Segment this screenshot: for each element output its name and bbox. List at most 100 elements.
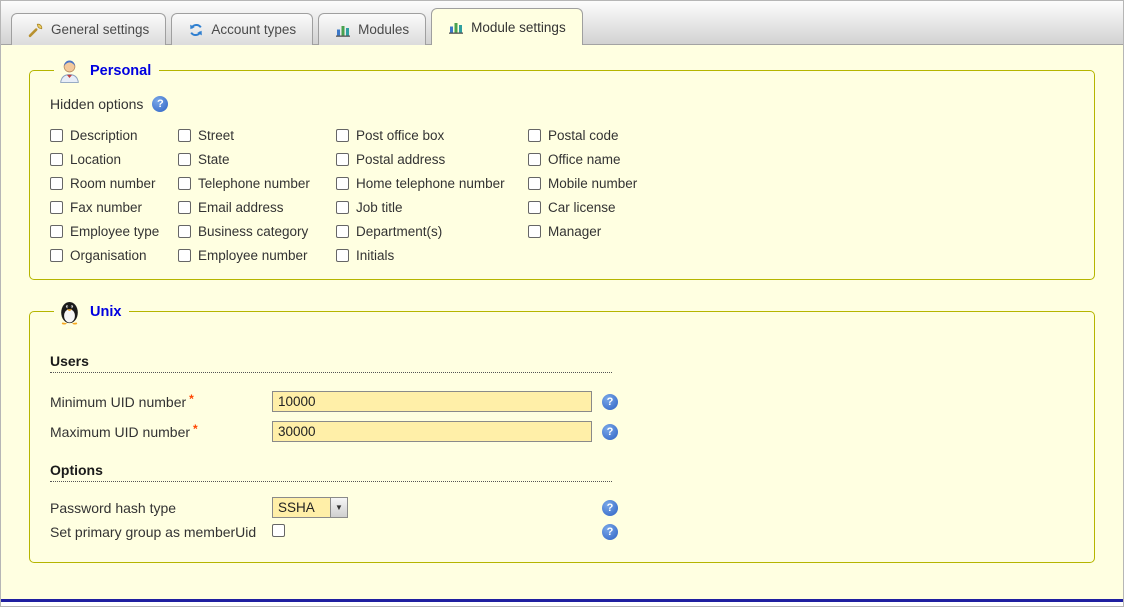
password-hash-row: Password hash type SSHA ▼ ?: [50, 497, 1074, 518]
chevron-down-icon: ▼: [330, 498, 347, 517]
hidden-option-job-title[interactable]: Job title: [336, 200, 528, 215]
hidden-option-label: Street: [198, 128, 234, 143]
hidden-option-state[interactable]: State: [178, 152, 336, 167]
tux-penguin-icon: [56, 298, 83, 325]
hidden-option-label: Fax number: [70, 200, 142, 215]
member-uid-checkbox[interactable]: [272, 524, 285, 537]
personal-legend-label: Personal: [90, 63, 151, 79]
hidden-option-organisation[interactable]: Organisation: [50, 248, 178, 263]
hidden-option-checkbox[interactable]: [50, 201, 63, 214]
min-uid-row: Minimum UID number * ?: [50, 391, 1074, 412]
hidden-option-label: Employee number: [198, 248, 308, 263]
hidden-option-telephone-number[interactable]: Telephone number: [178, 176, 336, 191]
hidden-option-mobile-number[interactable]: Mobile number: [528, 176, 1074, 191]
modules-icon: [335, 22, 351, 38]
hidden-option-label: Room number: [70, 176, 156, 191]
unix-fieldset: Unix Users Minimum UID number * ? Maximu…: [29, 298, 1095, 563]
hidden-option-checkbox[interactable]: [528, 225, 541, 238]
hidden-option-employee-number[interactable]: Employee number: [178, 248, 336, 263]
hidden-option-label: Postal address: [356, 152, 445, 167]
hidden-option-checkbox[interactable]: [336, 201, 349, 214]
hidden-option-employee-type[interactable]: Employee type: [50, 224, 178, 239]
hidden-option-checkbox[interactable]: [50, 225, 63, 238]
hidden-option-department-s-[interactable]: Department(s): [336, 224, 528, 239]
help-icon[interactable]: ?: [152, 96, 168, 112]
users-section-label: Users: [50, 353, 89, 369]
hidden-option-description[interactable]: Description: [50, 128, 178, 143]
hidden-option-checkbox[interactable]: [50, 129, 63, 142]
hidden-option-business-category[interactable]: Business category: [178, 224, 336, 239]
hidden-option-checkbox[interactable]: [178, 129, 191, 142]
options-section-label: Options: [50, 462, 103, 478]
tab-label: Account types: [211, 22, 296, 37]
hidden-option-office-name[interactable]: Office name: [528, 152, 1074, 167]
hidden-option-checkbox[interactable]: [528, 153, 541, 166]
hidden-option-post-office-box[interactable]: Post office box: [336, 128, 528, 143]
help-icon[interactable]: ?: [602, 524, 618, 540]
hidden-option-checkbox[interactable]: [50, 249, 63, 262]
hidden-option-checkbox[interactable]: [178, 201, 191, 214]
help-icon[interactable]: ?: [602, 394, 618, 410]
sync-icon: [188, 22, 204, 38]
hidden-option-postal-address[interactable]: Postal address: [336, 152, 528, 167]
min-uid-input[interactable]: [272, 391, 592, 412]
tab-module-settings[interactable]: Module settings: [431, 8, 583, 45]
hidden-option-label: Email address: [198, 200, 284, 215]
unix-legend-label: Unix: [90, 304, 121, 320]
tab-account-types[interactable]: Account types: [171, 13, 313, 45]
hidden-option-postal-code[interactable]: Postal code: [528, 128, 1074, 143]
password-hash-select-cell: SSHA ▼: [272, 497, 602, 518]
hidden-option-car-license[interactable]: Car license: [528, 200, 1074, 215]
hidden-option-manager[interactable]: Manager: [528, 224, 1074, 239]
member-uid-label-text: Set primary group as memberUid: [50, 524, 256, 540]
hidden-option-checkbox[interactable]: [50, 153, 63, 166]
hidden-option-checkbox[interactable]: [178, 153, 191, 166]
hidden-option-label: Telephone number: [198, 176, 310, 191]
hidden-option-fax-number[interactable]: Fax number: [50, 200, 178, 215]
hidden-option-checkbox[interactable]: [178, 249, 191, 262]
hidden-option-room-number[interactable]: Room number: [50, 176, 178, 191]
max-uid-row: Maximum UID number * ?: [50, 421, 1074, 442]
max-uid-input[interactable]: [272, 421, 592, 442]
hidden-option-label: Postal code: [548, 128, 619, 143]
hidden-option-checkbox[interactable]: [336, 129, 349, 142]
password-hash-select[interactable]: SSHA ▼: [272, 497, 348, 518]
hidden-option-email-address[interactable]: Email address: [178, 200, 336, 215]
hidden-option-label: Description: [70, 128, 138, 143]
tools-icon: [28, 22, 44, 38]
hidden-option-home-telephone-number[interactable]: Home telephone number: [336, 176, 528, 191]
personal-legend: Personal: [54, 57, 159, 84]
hidden-option-checkbox[interactable]: [178, 225, 191, 238]
hidden-option-label: Initials: [356, 248, 394, 263]
hidden-option-checkbox[interactable]: [336, 225, 349, 238]
tab-label: Modules: [358, 22, 409, 37]
hidden-option-checkbox[interactable]: [178, 177, 191, 190]
hidden-option-checkbox[interactable]: [336, 249, 349, 262]
hidden-option-initials[interactable]: Initials: [336, 248, 528, 263]
hidden-option-checkbox[interactable]: [528, 177, 541, 190]
tab-general-settings[interactable]: General settings: [11, 13, 166, 45]
bottom-strip: [1, 602, 1123, 606]
hidden-option-label: Job title: [356, 200, 403, 215]
hidden-option-location[interactable]: Location: [50, 152, 178, 167]
hidden-option-checkbox[interactable]: [336, 153, 349, 166]
member-uid-label: Set primary group as memberUid: [50, 524, 272, 540]
hidden-option-label: Home telephone number: [356, 176, 505, 191]
hidden-option-checkbox[interactable]: [528, 129, 541, 142]
hidden-option-label: Organisation: [70, 248, 147, 263]
hidden-option-label: Department(s): [356, 224, 442, 239]
hidden-option-checkbox[interactable]: [50, 177, 63, 190]
hidden-option-label: Post office box: [356, 128, 444, 143]
hidden-option-street[interactable]: Street: [178, 128, 336, 143]
help-icon[interactable]: ?: [602, 500, 618, 516]
hidden-option-label: Manager: [548, 224, 601, 239]
hidden-option-label: Location: [70, 152, 121, 167]
hidden-option-checkbox[interactable]: [336, 177, 349, 190]
hidden-option-label: Car license: [548, 200, 616, 215]
help-icon[interactable]: ?: [602, 424, 618, 440]
hidden-option-checkbox[interactable]: [528, 201, 541, 214]
tab-modules[interactable]: Modules: [318, 13, 426, 45]
modules-icon: [448, 19, 464, 35]
lam-configuration-page: General settings Account types: [0, 0, 1124, 607]
max-uid-label-text: Maximum UID number: [50, 424, 190, 440]
